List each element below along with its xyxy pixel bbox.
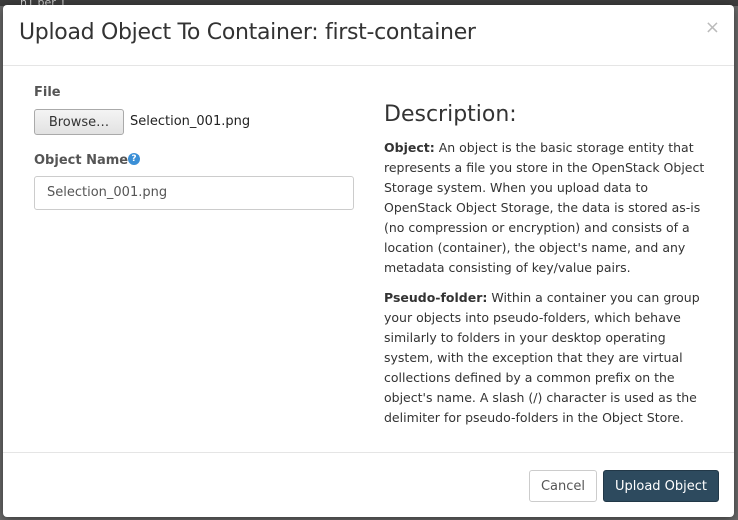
object-name-label: Object Name * (34, 153, 140, 168)
browse-button[interactable]: Browse… (34, 109, 124, 135)
upload-object-dialog: Upload Object To Container: first-contai… (3, 5, 734, 517)
pseudo-folder-term: Pseudo-folder: (384, 290, 488, 305)
object-description-text: An object is the basic storage entity th… (384, 140, 705, 275)
dialog-footer: Cancel Upload Object (3, 452, 734, 517)
object-term: Object: (384, 140, 435, 155)
pseudo-folder-description-text: Within a container you can group your ob… (384, 290, 700, 425)
object-description: Object: An object is the basic storage e… (384, 138, 709, 278)
cancel-button[interactable]: Cancel (529, 470, 597, 502)
file-label: File (34, 85, 61, 100)
dialog-header: Upload Object To Container: first-contai… (3, 5, 734, 66)
object-name-input[interactable]: Selection_001.png (34, 176, 354, 210)
dialog-title: Upload Object To Container: first-contai… (19, 20, 476, 45)
close-icon[interactable]: × (705, 19, 720, 37)
upload-object-button[interactable]: Upload Object (603, 470, 719, 502)
selected-file-name: Selection_001.png (130, 114, 251, 129)
pseudo-folder-description: Pseudo-folder: Within a container you ca… (384, 288, 709, 428)
help-icon[interactable]: ? (128, 153, 140, 165)
description-heading: Description: (384, 102, 517, 127)
